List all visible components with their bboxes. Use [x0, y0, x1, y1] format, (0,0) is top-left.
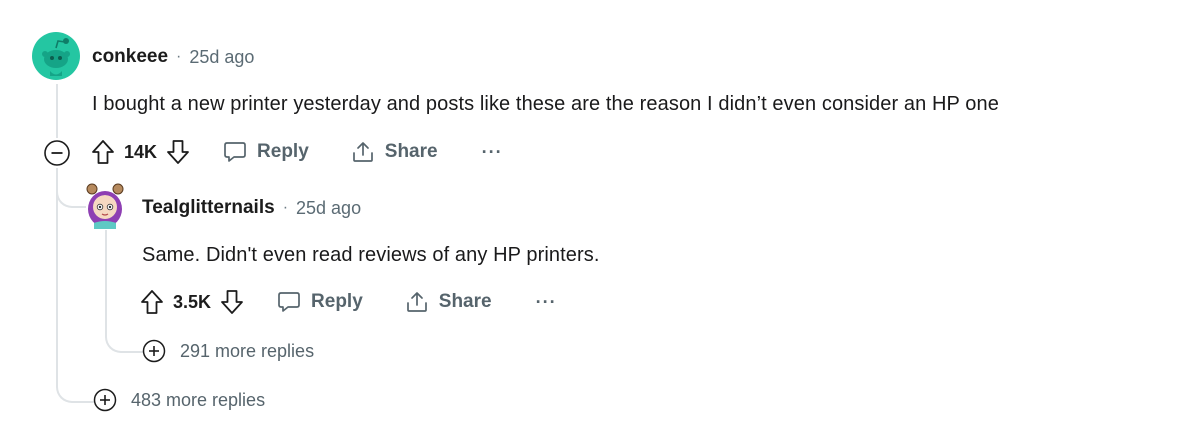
more-replies-button[interactable]: 483 more replies — [93, 388, 265, 412]
reply-button[interactable]: Reply — [277, 290, 363, 314]
more-replies-label: 291 more replies — [180, 340, 315, 361]
vote-score: 14K — [124, 141, 158, 162]
downvote-arrow-icon — [167, 140, 189, 164]
reply-author[interactable]: Tealglitternails — [142, 197, 275, 219]
reply-actions: 3.5K Reply Share ··· — [139, 286, 557, 318]
reply-timestamp[interactable]: 25d ago — [296, 198, 361, 219]
overflow-menu-button[interactable]: ··· — [536, 292, 557, 313]
comment-bubble-icon — [278, 292, 300, 312]
share-label: Share — [438, 291, 492, 312]
collapse-thread-button[interactable] — [42, 138, 72, 168]
girl-avatar-icon — [86, 183, 124, 229]
plus-circle-icon — [142, 339, 166, 363]
comment-header: conkeee · 25d ago — [92, 44, 254, 70]
snoo-avatar-icon — [32, 32, 80, 80]
more-replies-button[interactable]: 291 more replies — [142, 339, 314, 363]
comment-actions: 14K Reply Share ··· — [90, 136, 503, 168]
comment-author[interactable]: conkeee — [92, 46, 168, 68]
share-button[interactable]: Share — [405, 290, 492, 314]
downvote-button[interactable] — [165, 138, 191, 166]
upvote-arrow-icon — [141, 290, 163, 314]
minus-circle-icon — [44, 140, 70, 166]
separator-dot: · — [282, 199, 289, 216]
share-label: Share — [384, 141, 438, 162]
vote-score: 3.5K — [173, 291, 212, 312]
downvote-arrow-icon — [221, 290, 243, 314]
comment-timestamp[interactable]: 25d ago — [189, 47, 254, 68]
reply-button[interactable]: Reply — [223, 140, 309, 164]
upvote-arrow-icon — [92, 140, 114, 164]
reply-label: Reply — [257, 141, 309, 162]
thread-connector-reply — [105, 320, 143, 353]
more-replies-label: 483 more replies — [131, 389, 266, 410]
comment-body: I bought a new printer yesterday and pos… — [92, 93, 999, 115]
share-button[interactable]: Share — [351, 140, 438, 164]
reply-body: Same. Didn't even read reviews of any HP… — [142, 244, 600, 266]
upvote-button[interactable] — [139, 288, 165, 316]
avatar[interactable] — [32, 32, 80, 80]
share-icon — [406, 292, 427, 312]
downvote-button[interactable] — [219, 288, 245, 316]
thread-connector-main — [56, 370, 94, 403]
overflow-menu-button[interactable]: ··· — [482, 142, 503, 163]
reply-header: Tealglitternails · 25d ago — [142, 195, 361, 221]
share-icon — [352, 142, 373, 162]
reply-label: Reply — [311, 291, 363, 312]
comment-bubble-icon — [224, 142, 246, 162]
plus-circle-icon — [93, 388, 117, 412]
reply-avatar[interactable] — [84, 183, 126, 229]
thread-connector-reply-avatar — [56, 170, 86, 208]
upvote-button[interactable] — [90, 138, 116, 166]
separator-dot: · — [176, 48, 182, 65]
thread-line-main — [56, 84, 58, 138]
